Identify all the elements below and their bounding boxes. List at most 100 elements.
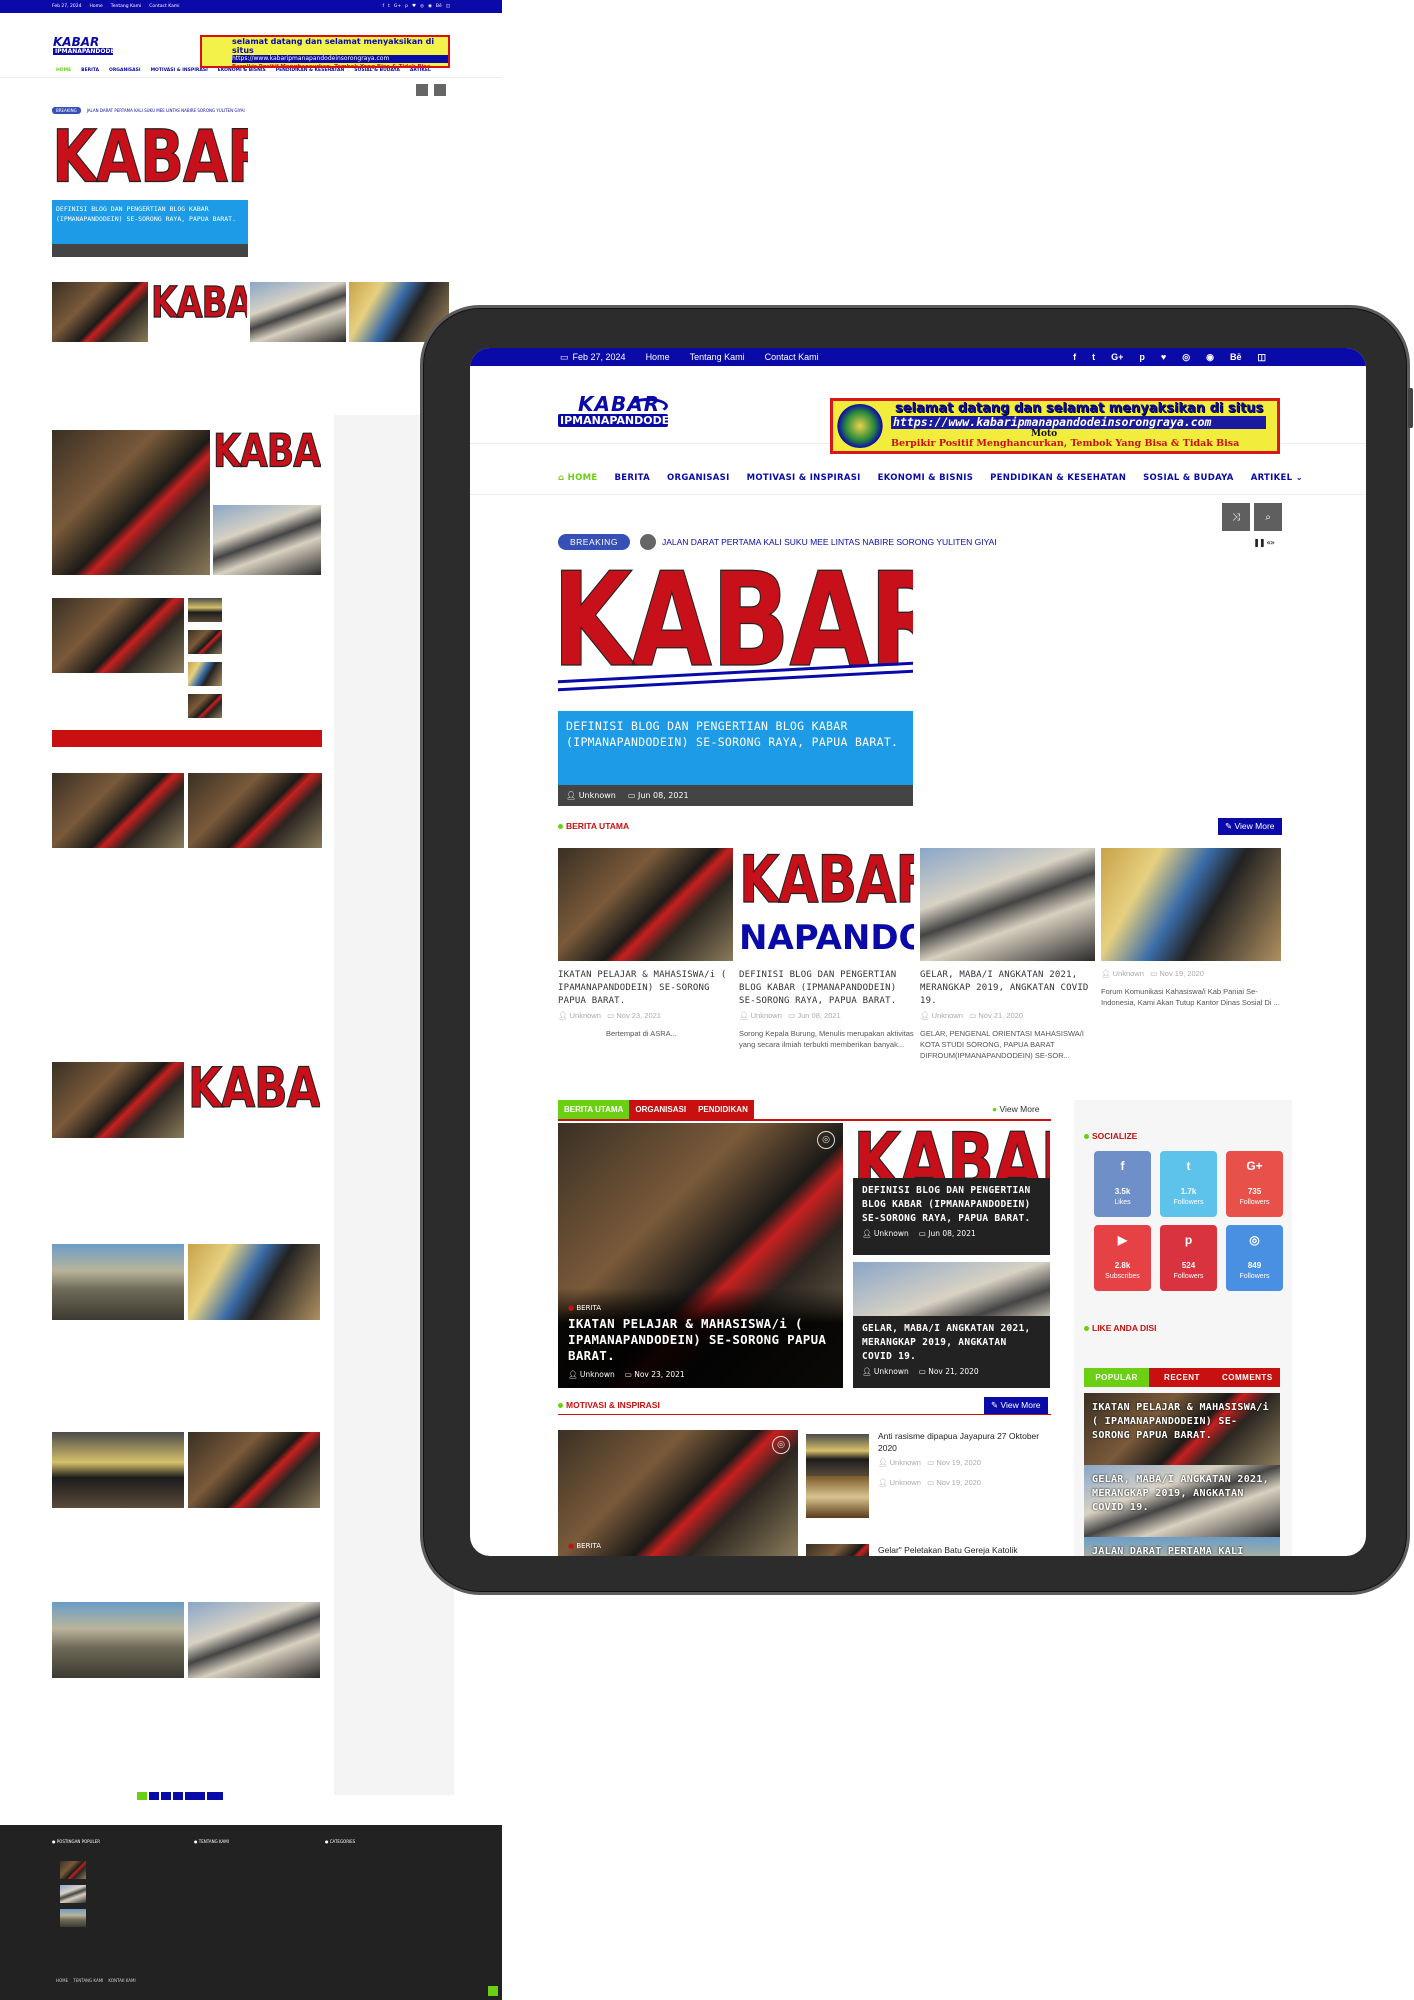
full-nav-home[interactable]: HOME	[56, 68, 71, 73]
nav-artikel[interactable]: ARTIKEL ⌄	[1251, 473, 1303, 483]
full-top-link-home[interactable]: Home	[89, 4, 102, 9]
search-icon: ⌕	[1265, 511, 1271, 523]
pinterest-icon[interactable]: p	[1139, 352, 1145, 363]
list-item-title[interactable]: Anti rasisme dipapua Jayapura 27 Oktober…	[878, 1430, 1058, 1454]
full-search-button[interactable]	[434, 84, 446, 96]
news-card[interactable]: 👤︎ Unknown ▭ Nov 19, 2020 Forum Komunika…	[1101, 848, 1281, 1008]
full-banner[interactable]: selamat datang dan selamat menyaksikan d…	[200, 35, 450, 70]
full-banner-line2: https://www.kabaripmanapandodeinsorongra…	[232, 55, 448, 63]
nav-home[interactable]: ⌂ HOME	[558, 473, 597, 483]
side-post[interactable]: KABAR DEFINISI BLOG DAN PENGERTIAN BLOG …	[853, 1123, 1050, 1255]
nav-pendidikan[interactable]: PENDIDIKAN & KESEHATAN	[990, 473, 1126, 483]
category-view-more-link[interactable]: ● View More	[992, 1104, 1040, 1114]
nav-ekonomi[interactable]: EKONOMI & BISNIS	[878, 473, 974, 483]
youtube-tile[interactable]: ▶ 2.8k Subscribes	[1094, 1225, 1151, 1291]
top-link-contact[interactable]: Contact Kami	[765, 352, 819, 362]
full-top-date: Feb 27, 2024	[52, 4, 82, 9]
full-top-link-about[interactable]: Tentang Kami	[111, 4, 142, 9]
header-banner[interactable]: selamat datang dan selamat menyaksikan d…	[830, 398, 1280, 454]
facebook-icon[interactable]: f	[1073, 352, 1076, 363]
heart-icon[interactable]: ♥	[1161, 352, 1166, 363]
pinterest-tile[interactable]: p 524 Followers	[1160, 1225, 1217, 1291]
full-top-link-contact[interactable]: Contact Kami	[149, 4, 179, 9]
twitter-tile[interactable]: t 1.7k Followers	[1160, 1151, 1217, 1217]
breaking-avatar	[639, 534, 656, 550]
full-nav-berita[interactable]: BERITA	[81, 68, 99, 73]
hero-post[interactable]: KABAR DEFINISI BLOG DAN PENGERTIAN BLOG …	[558, 561, 913, 806]
instagram-icon[interactable]: ◉	[1206, 352, 1214, 363]
popular-item[interactable]: GELAR, MABA/I ANGKATAN 2021, MERANGKAP 2…	[1084, 1465, 1280, 1537]
list-item-title[interactable]: Gelar" Peletakan Batu Gereja Katolik	[878, 1544, 1058, 1556]
behance-icon[interactable]: Bē	[1230, 352, 1242, 363]
featured-category: ● BERITA	[568, 1304, 602, 1312]
full-logo[interactable]: KABAR IPMANAPANDODEIN	[52, 35, 122, 57]
full-breaking-headline[interactable]: JALAN DARAT PERTAMA KALI SUKU MEE LINTAS…	[87, 108, 245, 113]
popular-item[interactable]: IKATAN PELAJAR & MAHASISWA/i ( IPAMANAPA…	[1084, 1393, 1280, 1465]
featured-title[interactable]: IKATAN PELAJAR & MAHASISWA/i ( IPAMANAPA…	[568, 1316, 833, 1364]
twitter-icon[interactable]: t	[388, 4, 390, 9]
tab-berita-utama[interactable]: BERITA UTAMA	[558, 1100, 630, 1119]
google-plus-icon[interactable]: G+	[1111, 352, 1123, 363]
full-shuffle-button[interactable]	[416, 84, 428, 96]
news-card[interactable]: KABAR NAPANDO DEFINISI BLOG DAN PENGERTI…	[739, 848, 914, 1050]
tab-organisasi[interactable]: ORGANISASI	[629, 1100, 693, 1119]
news-card-title[interactable]: GELAR, MABA/I ANGKATAN 2021, MERANGKAP 2…	[920, 969, 1095, 1008]
list-item-thumb	[806, 1544, 869, 1556]
news-card-title[interactable]: IKATAN PELAJAR & MAHASISWA/i ( IPAMANAPA…	[558, 969, 733, 1008]
tab-pendidikan[interactable]: PENDIDIKAN	[692, 1100, 754, 1119]
featured-post[interactable]: ◎ ● BERITA IKATAN PELAJAR & MAHASISWA/i …	[558, 1123, 843, 1388]
tab-comments[interactable]: COMMENTS	[1214, 1368, 1280, 1387]
full-nav-organisasi[interactable]: ORGANISASI	[109, 68, 141, 73]
breaking-controls[interactable]: ❚❚ «»	[1253, 538, 1275, 547]
full-scroll-top-button[interactable]	[488, 1986, 498, 1996]
flickr-icon[interactable]: ◫	[446, 4, 450, 9]
tab-popular[interactable]: POPULAR	[1084, 1368, 1150, 1387]
nav-organisasi[interactable]: ORGANISASI	[667, 473, 730, 483]
flickr-icon[interactable]: ◫	[1257, 352, 1266, 363]
instagram-tile[interactable]: ◎ 849 Followers	[1226, 1225, 1283, 1291]
news-card[interactable]: IKATAN PELAJAR & MAHASISWA/i ( IPAMANAPA…	[558, 848, 733, 1039]
side-post-title[interactable]: DEFINISI BLOG DAN PENGERTIAN BLOG KABAR …	[862, 1184, 1041, 1226]
hero-title: DEFINISI BLOG DAN PENGERTIAN BLOG KABAR …	[558, 711, 913, 785]
tablet-device-frame: ▭ Feb 27, 2024 Home Tentang Kami Contact…	[420, 305, 1413, 1595]
heart-icon[interactable]: ♥	[412, 4, 416, 9]
facebook-icon[interactable]: f	[382, 4, 384, 9]
tab-recent[interactable]: RECENT	[1149, 1368, 1215, 1387]
shuffle-icon: ⤨	[1232, 511, 1240, 523]
shuffle-button[interactable]: ⤨	[1222, 503, 1250, 531]
nav-motivasi[interactable]: MOTIVASI & INSPIRASI	[747, 473, 861, 483]
motivasi-featured[interactable]: ◎ ● BERITA	[558, 1430, 798, 1556]
google-plus-tile[interactable]: G+ 735 Followers	[1226, 1151, 1283, 1217]
google-plus-icon[interactable]: G+	[394, 4, 401, 9]
instagram-icon[interactable]: ◉	[428, 4, 432, 9]
dribbble-icon[interactable]: ◎	[420, 4, 424, 9]
social-counter: f 3.5k Likes t 1.7k Followers G+ 735 Followers…	[1084, 1146, 1283, 1291]
full-nav-motivasi[interactable]: MOTIVASI & INSPIRASI	[151, 68, 208, 73]
camera-icon: ◎	[772, 1436, 790, 1454]
side-post[interactable]: GELAR, MABA/I ANGKATAN 2021, MERANGKAP 2…	[853, 1262, 1050, 1388]
motivasi-view-more-button[interactable]: ✎ View More	[984, 1397, 1048, 1414]
pinterest-icon[interactable]: p	[405, 4, 408, 9]
nav-artikel-label: ARTIKEL	[1250, 473, 1293, 483]
berita-utama-view-more-button[interactable]: ✎ View More	[1218, 818, 1282, 835]
popular-item[interactable]: JALAN DARAT PERTAMA KALI	[1084, 1537, 1280, 1556]
news-card[interactable]: GELAR, MABA/I ANGKATAN 2021, MERANGKAP 2…	[920, 848, 1095, 1061]
full-hero[interactable]: KABAR DEFINISI BLOG DAN PENGERTIAN BLOG …	[52, 120, 248, 257]
breaking-headline[interactable]: JALAN DARAT PERTAMA KALI SUKU MEE LINTAS…	[662, 537, 997, 547]
nav-berita[interactable]: BERITA	[614, 473, 650, 483]
hero-meta: 👤︎ Unknown ▭ Jun 08, 2021	[558, 785, 913, 806]
tablet-screen: ▭ Feb 27, 2024 Home Tentang Kami Contact…	[470, 348, 1366, 1556]
site-logo[interactable]: KABAR IPMANAPANDODEIN	[558, 394, 683, 432]
behance-icon[interactable]: Bē	[436, 4, 442, 9]
side-post-title[interactable]: GELAR, MABA/I ANGKATAN 2021, MERANGKAP 2…	[862, 1322, 1041, 1364]
news-card-title[interactable]: DEFINISI BLOG DAN PENGERTIAN BLOG KABAR …	[739, 969, 914, 1008]
twitter-icon[interactable]: t	[1092, 352, 1095, 363]
list-item-meta: 👤︎ Unknown ▭ Nov 19, 2020	[878, 1458, 981, 1467]
dribbble-icon[interactable]: ◎	[1182, 352, 1190, 363]
facebook-tile[interactable]: f 3.5k Likes	[1094, 1151, 1151, 1217]
top-link-home[interactable]: Home	[646, 352, 670, 362]
search-button[interactable]: ⌕	[1254, 503, 1282, 531]
top-link-about[interactable]: Tentang Kami	[690, 352, 745, 362]
full-hero-image: KABAR	[52, 120, 248, 200]
nav-sosial[interactable]: SOSIAL & BUDAYA	[1143, 473, 1234, 483]
